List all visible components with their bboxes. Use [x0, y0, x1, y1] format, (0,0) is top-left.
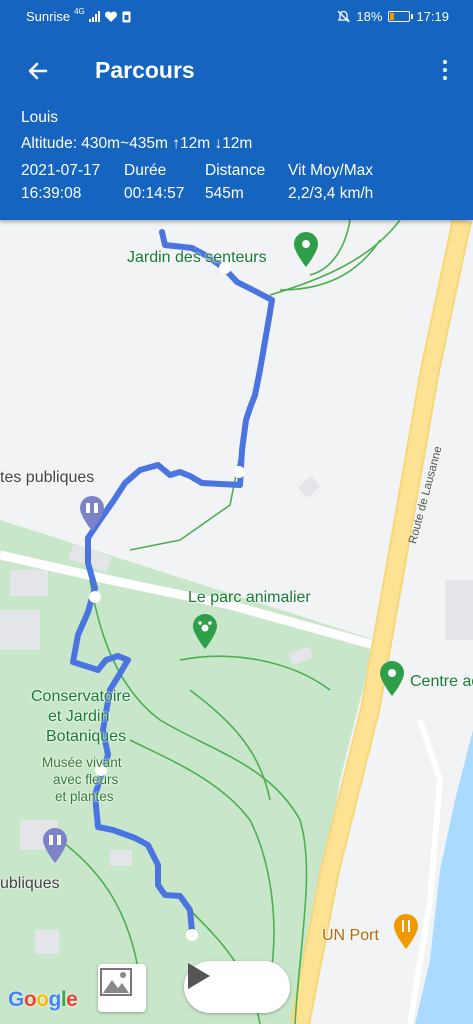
status-left: Sunrise 4G — [26, 7, 131, 24]
label-musee-3: et plantes — [55, 789, 114, 804]
label-conservatoire-2: et Jardin — [48, 708, 110, 725]
play-button[interactable] — [184, 961, 290, 1013]
app-header: Parcours Louis Altitude: 430m~435m ↑12m … — [0, 33, 473, 220]
track-altitude: Altitude: 430m~435m ↑12m ↓12m — [21, 135, 253, 152]
overflow-menu-button[interactable] — [435, 55, 455, 85]
stat-speed: Vit Moy/Max 2,2/3,4 km/h — [288, 159, 373, 205]
health-heart-icon — [104, 10, 117, 22]
clock: 17:19 — [416, 9, 449, 24]
stat-speed-value: 2,2/3,4 km/h — [288, 185, 374, 202]
stat-duration-value: 00:14:57 — [124, 185, 185, 202]
aquatic-center-pin-icon[interactable] — [378, 661, 406, 697]
battery-icon — [388, 11, 414, 22]
stat-distance: Distance 545m — [205, 159, 265, 205]
carrier-name: Sunrise — [26, 9, 71, 24]
label-musee: Musée vivant — [42, 755, 122, 770]
play-icon — [188, 963, 210, 989]
signal-icon — [88, 11, 100, 22]
page-title: Parcours — [95, 57, 195, 83]
mute-bell-icon — [337, 10, 350, 23]
label-toilettes-top: tes publiques — [0, 469, 95, 486]
zoo-pin-icon[interactable] — [191, 614, 219, 650]
stat-date-value: 16:39:08 — [21, 185, 82, 202]
label-conservatoire: Conservatoire — [31, 688, 131, 705]
label-conservatoire-3: Botaniques — [46, 728, 127, 745]
label-un-port: UN Port — [322, 927, 379, 944]
back-button[interactable] — [18, 51, 58, 91]
arrow-left-icon — [28, 62, 48, 80]
stat-duration: Durée 00:14:57 — [124, 159, 184, 205]
direction-chevron — [89, 591, 101, 603]
restaurant-pin-icon[interactable] — [392, 914, 420, 950]
stat-distance-value: 545m — [205, 185, 244, 202]
label-musee-2: avec fleurs — [53, 772, 119, 787]
map-view[interactable]: Jardin des senteurs tes publiques Le par… — [0, 220, 473, 1024]
status-bar: Sunrise 4G 18% 17:19 — [0, 0, 473, 33]
google-logo: Google — [8, 988, 78, 1011]
label-toilettes-bottom: ubliques — [0, 875, 60, 892]
label-centre-aquatique: Centre aq — [410, 673, 473, 690]
direction-chevron — [186, 929, 198, 941]
label-parc-animalier: Le parc animalier — [188, 589, 311, 606]
direction-chevron — [233, 466, 245, 478]
more-vert-icon — [443, 60, 447, 64]
battery-percent: 18% — [356, 9, 383, 24]
garden-pin-icon[interactable] — [292, 232, 320, 268]
map-canvas[interactable] — [0, 220, 473, 1024]
photo-button[interactable] — [98, 964, 146, 1012]
label-jardin-senteurs: Jardin des senteurs — [127, 249, 267, 266]
image-icon — [100, 968, 132, 996]
restroom-pin-icon[interactable] — [41, 828, 69, 864]
stat-distance-label: Distance — [205, 162, 266, 179]
stat-speed-label: Vit Moy/Max — [288, 162, 373, 179]
stat-date-label: 2021-07-17 — [21, 162, 101, 179]
stat-date: 2021-07-17 16:39:08 — [21, 159, 100, 205]
network-type: 4G — [74, 7, 85, 16]
status-right: 18% 17:19 — [337, 9, 449, 24]
stat-duration-label: Durée — [124, 162, 167, 179]
sim-icon — [122, 11, 131, 22]
restroom-pin-icon[interactable] — [78, 496, 106, 532]
track-user: Louis — [21, 109, 59, 126]
